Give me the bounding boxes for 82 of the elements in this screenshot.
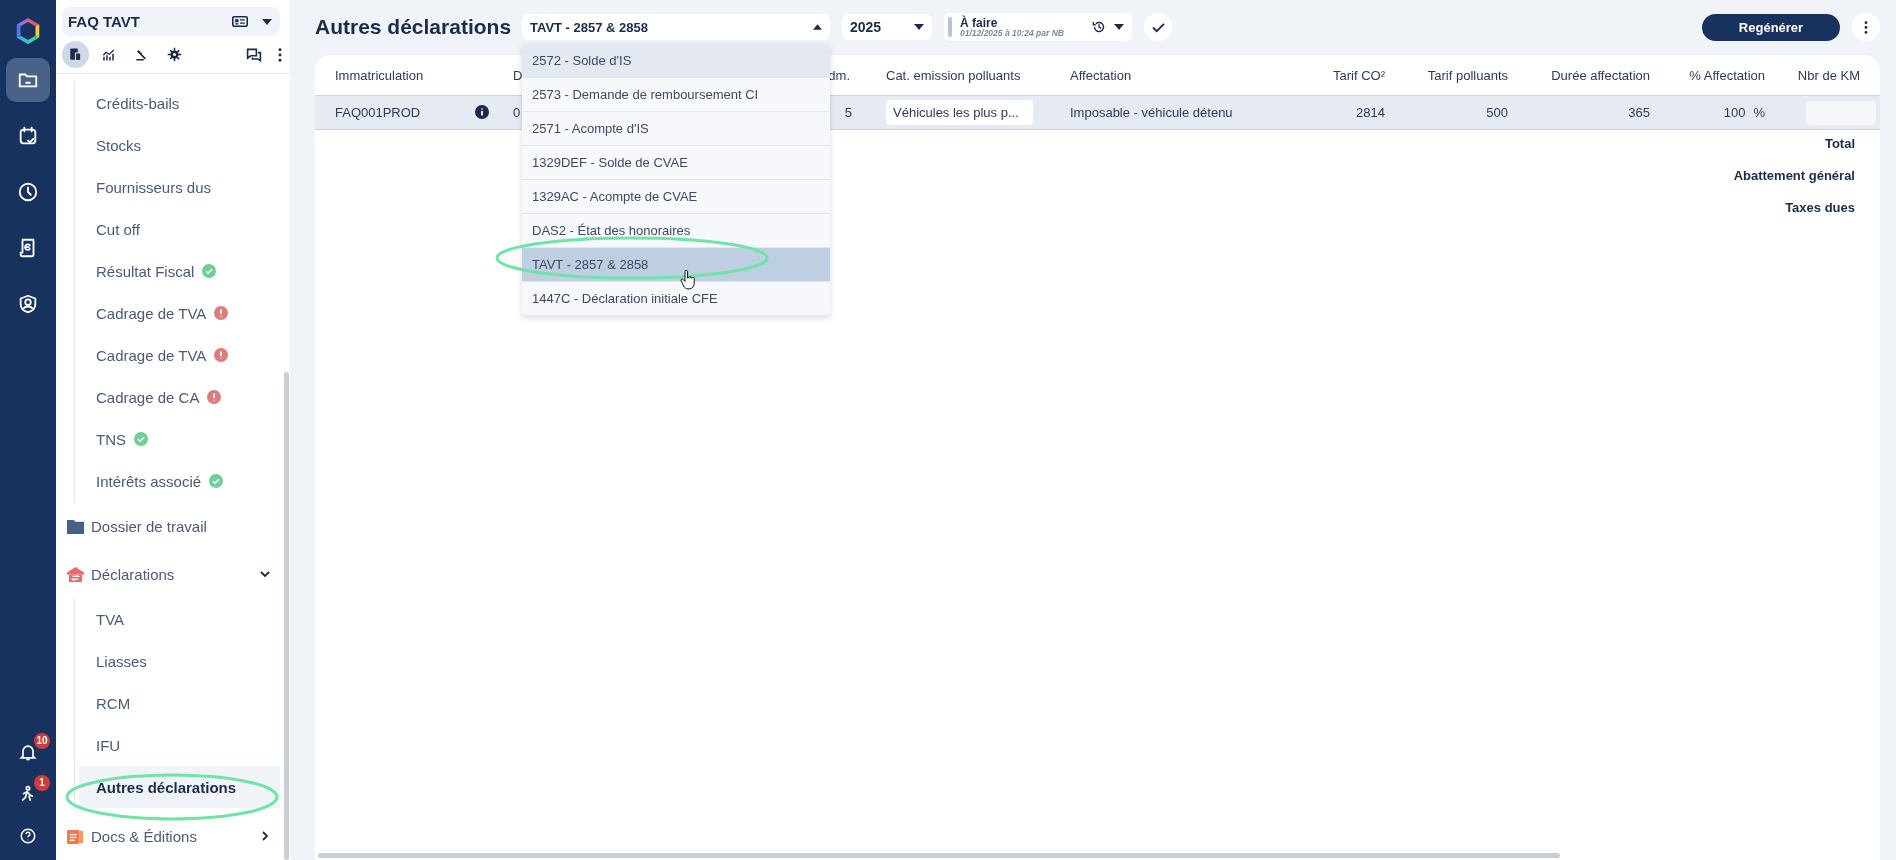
check-icon [209, 474, 224, 488]
declaration-select[interactable]: TAVT - 2857 & 2858 [522, 14, 830, 40]
section-label[interactable]: Dossier de travail [91, 517, 270, 535]
regenerate-button[interactable]: Regénérer [1702, 13, 1840, 41]
workspace-selector[interactable]: FAQ TAVT [62, 7, 280, 36]
column-header[interactable]: Cat. emission polluants [880, 67, 1068, 83]
building-icon [66, 565, 85, 583]
hand-cursor-icon [680, 270, 696, 290]
check-icon [202, 264, 217, 278]
table-cell-text: 365 [1627, 105, 1650, 120]
caret-icon [914, 24, 924, 30]
info-icon[interactable] [475, 105, 489, 119]
year-select[interactable]: 2025 [842, 14, 932, 40]
sidebar-item[interactable]: RCM [96, 694, 131, 712]
more-button[interactable] [1852, 13, 1880, 41]
scrollbar-thumb[interactable] [284, 372, 289, 860]
workspace-title: FAQ TAVT [68, 13, 141, 30]
sidebar-item[interactable]: Crédits-bails [96, 94, 180, 112]
table-cell-text: 0 [513, 105, 522, 120]
notification-badge: 10 [34, 733, 50, 749]
section-label[interactable]: Déclarations [91, 565, 254, 583]
table-cell-text: 5 [843, 105, 853, 120]
more-icon[interactable] [278, 47, 282, 62]
table-cell-text: 500 [1485, 105, 1508, 120]
table-cell: 100 [1723, 105, 1746, 120]
sidebar-item[interactable]: Cadrage de TVA [96, 304, 207, 322]
status-label: À faire [960, 16, 998, 29]
check-icon [1151, 21, 1165, 33]
table-cell-text: 2814 [1355, 105, 1385, 120]
caret-up-icon [813, 24, 822, 30]
total-label: Taxes dues [1785, 200, 1855, 215]
sidebar-item[interactable]: Intérêts associé [96, 472, 202, 490]
column-header[interactable]: % Affectation [1650, 67, 1775, 83]
chevron-right-icon[interactable] [260, 831, 270, 841]
sidebar-item[interactable]: Stocks [96, 136, 141, 154]
caret-icon[interactable] [262, 18, 272, 25]
id-card-icon[interactable] [232, 15, 248, 28]
dropdown-option[interactable]: 2572 - Solde d'IS [522, 44, 830, 78]
column-header[interactable]: Immatriculation [335, 67, 513, 83]
table-cell: FAQ001PROD [335, 105, 421, 120]
table-cell-text: Imposable - véhicule détenu [1069, 105, 1234, 120]
sidebar-item[interactable]: Cadrage de CA [96, 388, 200, 406]
alert-icon [214, 348, 229, 362]
sidebar-item[interactable]: Cut off [96, 220, 140, 238]
help-icon[interactable] [19, 827, 37, 845]
column-header[interactable]: Durée affectation [1508, 67, 1650, 83]
section-label[interactable]: Docs & Éditions [91, 827, 254, 845]
folder-icon[interactable] [6, 58, 50, 102]
percent-unit: % [1753, 105, 1765, 120]
chevron-down-icon[interactable] [260, 569, 270, 579]
history-icon[interactable] [1092, 20, 1106, 34]
alert-icon [207, 390, 222, 404]
status-detail: 01/12/2025 à 10:24 par NB [960, 28, 1065, 38]
chat-icon[interactable] [246, 46, 262, 63]
page-title: Autres déclarations [315, 15, 510, 39]
sidebar-item[interactable]: IFU [96, 736, 121, 754]
alert-icon [214, 306, 229, 320]
status-select[interactable]: À faire 01/12/2025 à 10:24 par NB [944, 13, 1132, 41]
sidebar-item[interactable]: Liasses [96, 652, 147, 670]
total-label: Total [1824, 136, 1855, 151]
total-label: Abattement général [1733, 168, 1855, 183]
report-icon[interactable] [62, 41, 89, 68]
validate-button[interactable] [1144, 13, 1172, 41]
sidebar-item[interactable]: TVA [96, 610, 125, 628]
scrollbar-thumb[interactable] [318, 853, 1560, 858]
check-icon [134, 432, 148, 446]
sidebar-item[interactable]: Résultat Fiscal [96, 262, 195, 280]
sidebar-item[interactable]: Fournisseurs dus [96, 178, 212, 196]
column-header[interactable]: Tarif polluants [1385, 67, 1508, 83]
caret-icon[interactable] [1114, 24, 1124, 30]
column-header[interactable]: Nbr de KM [1775, 67, 1880, 83]
sidebar-item[interactable]: Cadrage de TVA [96, 346, 207, 364]
column-header[interactable]: Affectation [1068, 67, 1280, 83]
emission-select[interactable]: Véhicules les plus p... [886, 100, 1033, 125]
sidebar-item[interactable]: TNS [96, 430, 126, 448]
column-header[interactable]: Tarif CO² [1280, 67, 1385, 83]
document-icon [66, 827, 85, 845]
more-icon [1864, 20, 1868, 34]
dropdown-option[interactable]: TAVT - 2857 & 2858 [522, 248, 830, 282]
task-badge: 1 [34, 775, 50, 791]
bell-icon[interactable] [18, 742, 38, 762]
folder-icon [66, 517, 85, 535]
